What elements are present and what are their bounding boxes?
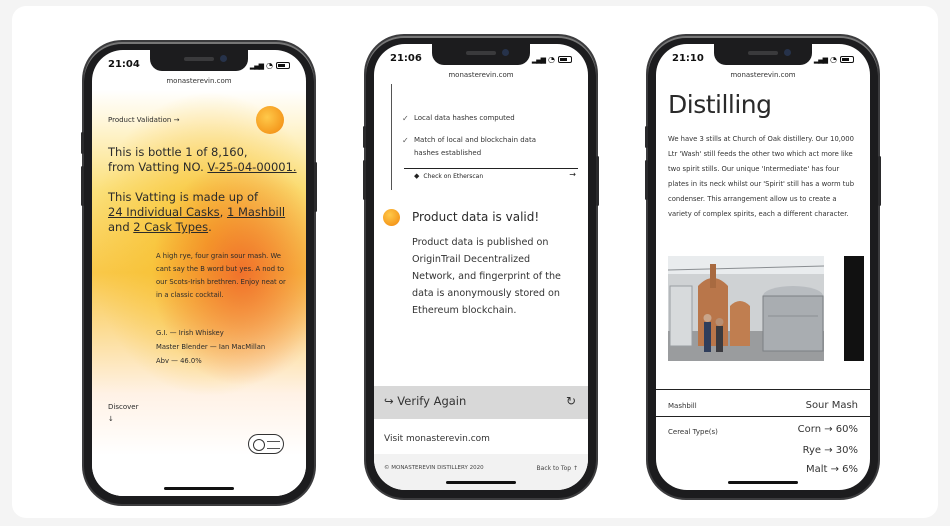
mashbill-label: Mashbill — [668, 402, 697, 410]
bottle-number: This is bottle 1 of 8,160, — [108, 145, 248, 159]
arrow-down-icon: ↓ — [108, 415, 114, 423]
gi-line: G.I. — Irish Whiskey — [156, 329, 224, 337]
wifi-icon: ◔ — [266, 61, 273, 70]
distillery-photo — [668, 256, 824, 361]
home-indicator — [446, 481, 516, 484]
composition-intro: This Vatting is made up of — [108, 190, 259, 204]
address-bar-url[interactable]: monasterevin.com — [92, 77, 306, 85]
valid-body: Product data is published on OriginTrail… — [412, 237, 561, 316]
checklist-item: ✓ Local data hashes computed — [402, 114, 515, 123]
and-word: and — [108, 220, 130, 234]
product-validation-link[interactable]: Product Validation → — [108, 116, 179, 124]
signal-icon: ▂▄▆ — [813, 55, 828, 64]
checklist-item: ✓ Match of local and blockchain data hash… — [402, 136, 537, 157]
status-bar: 21:06 ▂▄▆ ◔ — [390, 53, 572, 69]
verify-again-button[interactable]: ↪ Verify Again ↻ — [374, 386, 588, 419]
arrow-right-icon[interactable]: → — [569, 170, 576, 179]
status-bar: 21:04 ▂▄▆ ◔ — [108, 59, 290, 75]
valid-title: Product data is valid! — [412, 210, 540, 224]
divider — [656, 389, 870, 390]
home-indicator — [728, 481, 798, 484]
discover-label: Discover — [108, 403, 139, 411]
cereal-value: Rye → 30% — [802, 445, 858, 456]
status-time: 21:06 — [390, 53, 422, 64]
signal-icon: ▂▄▆ — [531, 55, 546, 64]
mashbill-value: Sour Mash — [805, 400, 858, 411]
arrow-return-icon: ↪ — [384, 394, 398, 408]
footer — [374, 454, 588, 490]
orb-icon — [383, 209, 400, 226]
address-bar-url[interactable]: monasterevin.com — [374, 71, 588, 79]
check-icon: ✓ — [402, 114, 409, 123]
product-description: A high rye, four grain sour mash. We can… — [156, 252, 286, 299]
discover-link[interactable]: Discover ↓ — [108, 401, 138, 425]
phone-2: 21:06 ▂▄▆ ◔ monasterevin.com ✓ Local data … — [363, 36, 599, 498]
mashbill-link[interactable]: 1 Mashbill — [227, 205, 285, 219]
page-title: Distilling — [668, 90, 772, 119]
cereal-value: Corn → 60% — [797, 424, 858, 435]
check-icon: ✓ — [402, 136, 409, 145]
abv-line: Abv — 46.0% — [156, 357, 202, 365]
phone-1: 21:04 ▂▄▆ ◔ monasterevin.com Product Vali… — [81, 42, 317, 504]
cask-types-link[interactable]: 2 Cask Types — [133, 220, 208, 234]
signal-icon: ▂▄▆ — [249, 61, 264, 70]
screen-1: 21:04 ▂▄▆ ◔ monasterevin.com Product Vali… — [92, 50, 306, 496]
status-time: 21:10 — [672, 53, 704, 64]
battery-icon — [840, 56, 854, 63]
timeline-line — [391, 84, 392, 190]
wifi-icon: ◔ — [548, 55, 555, 64]
status-bar: 21:10 ▂▄▆ ◔ — [672, 53, 854, 69]
vatting-composition: This Vatting is made up of 24 Individual… — [108, 190, 285, 235]
verify-again-label: ↪ Verify Again — [384, 394, 467, 408]
divider — [404, 168, 578, 169]
certification-badge-icon — [248, 434, 284, 454]
orb-icon — [256, 106, 284, 134]
screen-2: 21:06 ▂▄▆ ◔ monasterevin.com ✓ Local data … — [374, 44, 588, 490]
screen-3: 21:10 ▂▄▆ ◔ monasterevin.com Distilling W… — [656, 44, 870, 490]
vatting-line: from Vatting NO. V-25-04-00001. — [108, 160, 297, 175]
photo-carousel-edge — [844, 256, 864, 361]
blender-line: Master Blender — Ian MacMillan — [156, 343, 266, 351]
cereal-label: Cereal Type(s) — [668, 428, 718, 436]
battery-icon — [558, 56, 572, 63]
refresh-icon: ↻ — [565, 394, 576, 408]
casks-link[interactable]: 24 Individual Casks — [108, 205, 220, 219]
home-indicator — [164, 487, 234, 490]
back-to-top-link[interactable]: Back to Top ↑ — [537, 465, 578, 472]
ethereum-icon: ◆ — [414, 172, 420, 180]
wifi-icon: ◔ — [830, 55, 837, 64]
bottle-info: This is bottle 1 of 8,160, from Vatting … — [108, 145, 297, 175]
battery-icon — [276, 62, 290, 69]
divider — [656, 416, 870, 417]
product-meta: G.I. — Irish Whiskey Master Blender — Ia… — [156, 326, 265, 368]
period: . — [208, 220, 212, 234]
address-bar-url[interactable]: monasterevin.com — [656, 71, 870, 79]
vatting-label: from Vatting NO. — [108, 160, 204, 174]
copyright: © MONASTEREVIN DISTILLERY 2020 — [384, 465, 484, 471]
status-time: 21:04 — [108, 59, 140, 70]
etherscan-link[interactable]: ◆ Check on Etherscan — [414, 172, 483, 180]
separator: , — [219, 205, 224, 219]
cereal-value: Malt → 6% — [805, 464, 858, 475]
vatting-number-link[interactable]: V-25-04-00001. — [207, 160, 296, 174]
phone-3: 21:10 ▂▄▆ ◔ monasterevin.com Distilling W… — [645, 36, 881, 498]
visit-site-link[interactable]: Visit monasterevin.com — [384, 434, 490, 444]
distilling-text: We have 3 stills at Church of Oak distil… — [668, 135, 855, 218]
